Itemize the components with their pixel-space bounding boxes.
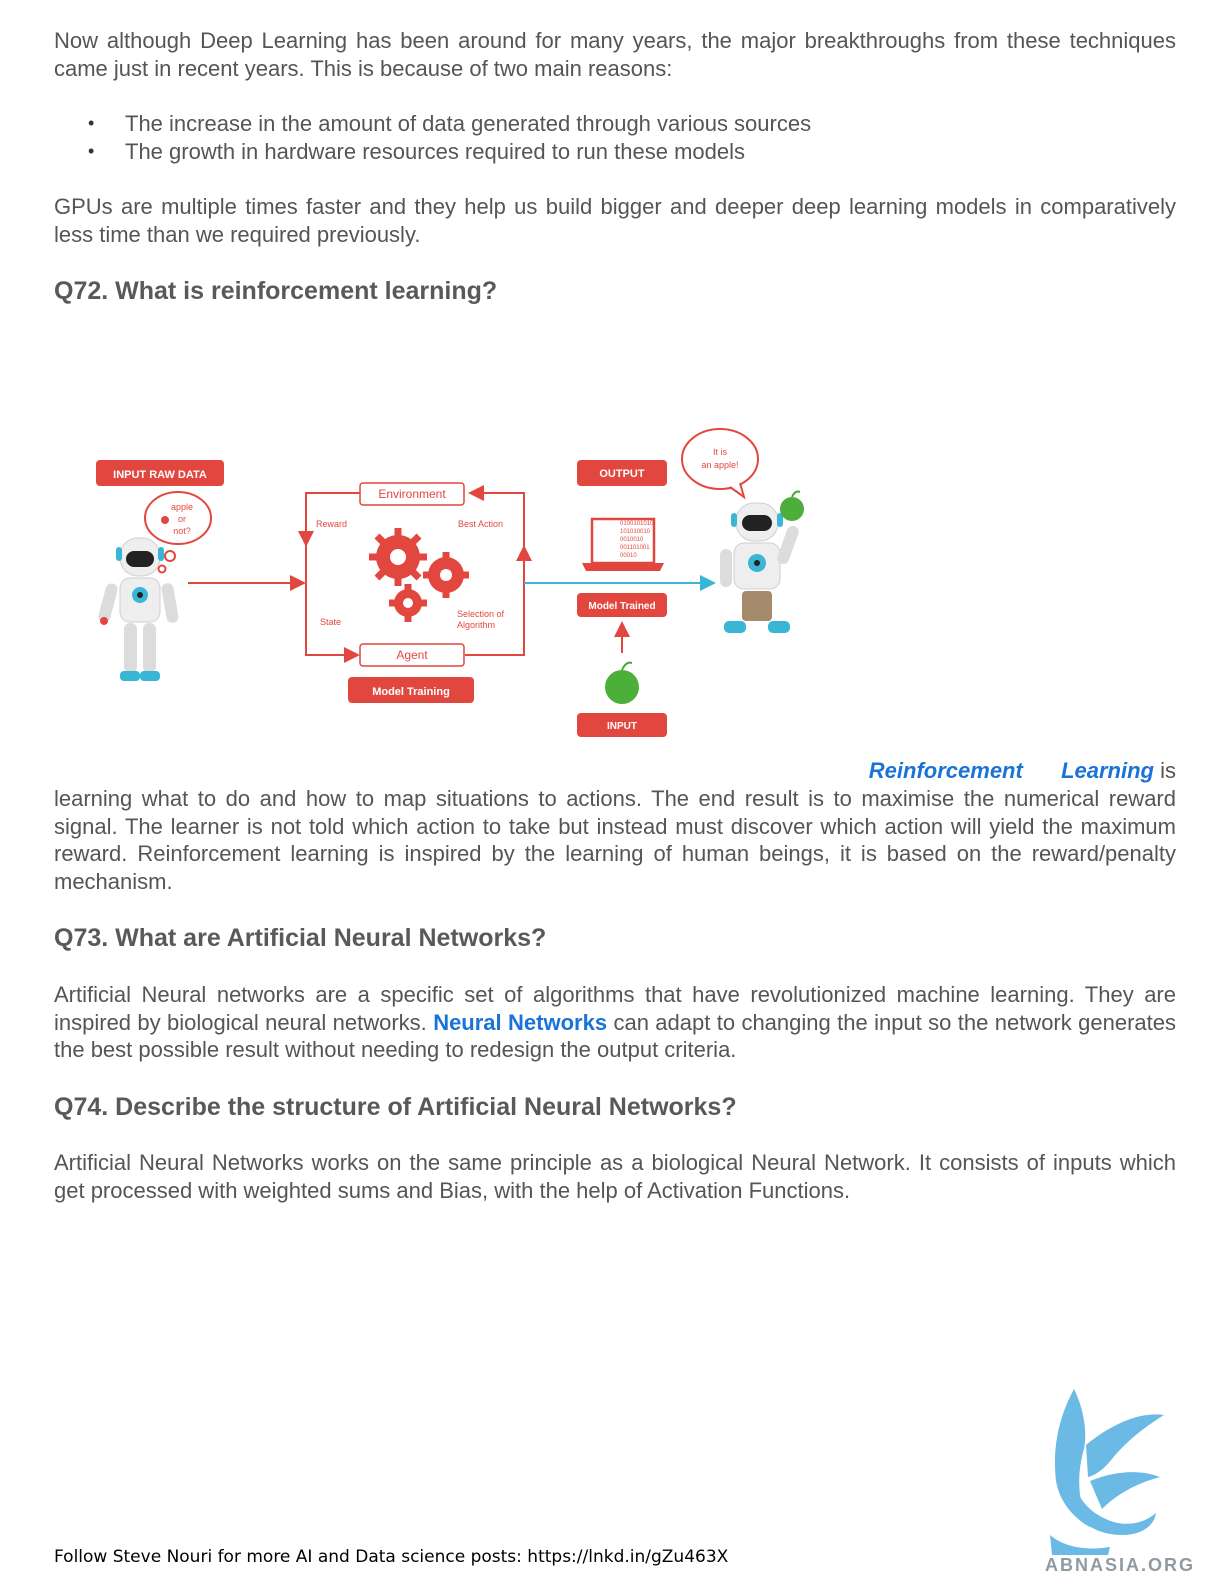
- svg-text:apple: apple: [171, 502, 193, 512]
- reinforcement-learning-diagram: INPUT RAW DATA apple or not? Environment…: [96, 428, 804, 737]
- svg-text:Algorithm: Algorithm: [457, 620, 495, 630]
- footer-note: Follow Steve Nouri for more AI and Data …: [54, 1547, 729, 1567]
- neural-networks-link[interactable]: Neural Networks: [433, 1010, 607, 1035]
- svg-text:Reward: Reward: [316, 519, 347, 529]
- svg-text:Model Training: Model Training: [372, 686, 450, 698]
- list-item: The growth in hardware resources require…: [54, 138, 811, 166]
- robot-icon-right: [720, 490, 804, 633]
- svg-text:Model Trained: Model Trained: [588, 601, 655, 612]
- svg-text:OUTPUT: OUTPUT: [599, 468, 645, 480]
- svg-text:INPUT: INPUT: [607, 721, 637, 732]
- gears-icon: [369, 528, 469, 622]
- reinforcement-learning-link-1[interactable]: Reinforcement: [869, 758, 1023, 783]
- speech-bubble: It is an apple!: [681, 428, 759, 500]
- svg-text:INPUT RAW DATA: INPUT RAW DATA: [113, 469, 207, 481]
- svg-text:or: or: [178, 514, 186, 524]
- laptop-icon: 0100101010 101010010 0010010 001101001 0…: [582, 517, 664, 571]
- svg-text:Best Action: Best Action: [458, 519, 503, 529]
- svg-text:Agent: Agent: [396, 648, 428, 662]
- reasons-list: The increase in the amount of data gener…: [54, 110, 811, 165]
- q73-answer: Artificial Neural networks are a specifi…: [54, 981, 1176, 1064]
- input-raw-data-label: INPUT RAW DATA: [96, 460, 224, 486]
- svg-text:an apple!: an apple!: [701, 460, 738, 470]
- intro-paragraph: Now although Deep Learning has been arou…: [54, 28, 1176, 81]
- svg-text:Environment: Environment: [378, 487, 446, 501]
- rl-lead-line: Reinforcement Learning is: [869, 757, 1176, 785]
- abnasia-logo: ABNASIA.ORG: [1045, 1389, 1195, 1575]
- reinforcement-learning-link-2[interactable]: Learning: [1061, 758, 1154, 783]
- q74-heading: Q74. Describe the structure of Artificia…: [54, 1093, 737, 1121]
- gpu-paragraph: GPUs are multiple times faster and they …: [54, 194, 1176, 247]
- apple-icon: [161, 516, 169, 524]
- q74-answer: Artificial Neural Networks works on the …: [54, 1150, 1176, 1203]
- list-item: The increase in the amount of data gener…: [54, 110, 811, 138]
- is-word: is: [1160, 758, 1176, 783]
- svg-text:0100101010: 0100101010: [620, 521, 654, 527]
- svg-text:0010010: 0010010: [620, 537, 644, 543]
- input-label: INPUT: [577, 713, 667, 737]
- output-label: OUTPUT: [577, 460, 667, 486]
- svg-text:Selection of: Selection of: [457, 609, 505, 619]
- q72-answer: learning what to do and how to map situa…: [54, 786, 1176, 894]
- svg-text:101010010: 101010010: [620, 529, 651, 535]
- model-trained-label: Model Trained: [577, 593, 667, 617]
- q72-heading: Q72. What is reinforcement learning?: [54, 277, 498, 305]
- svg-text:not?: not?: [173, 526, 191, 536]
- svg-text:001101001: 001101001: [620, 545, 650, 551]
- svg-text:00010: 00010: [620, 553, 637, 559]
- svg-text:State: State: [320, 617, 341, 627]
- apple-icon: [605, 661, 639, 704]
- q73-heading: Q73. What are Artificial Neural Networks…: [54, 924, 547, 952]
- svg-text:It is: It is: [713, 447, 728, 457]
- svg-text:ABNASIA.ORG: ABNASIA.ORG: [1045, 1555, 1195, 1575]
